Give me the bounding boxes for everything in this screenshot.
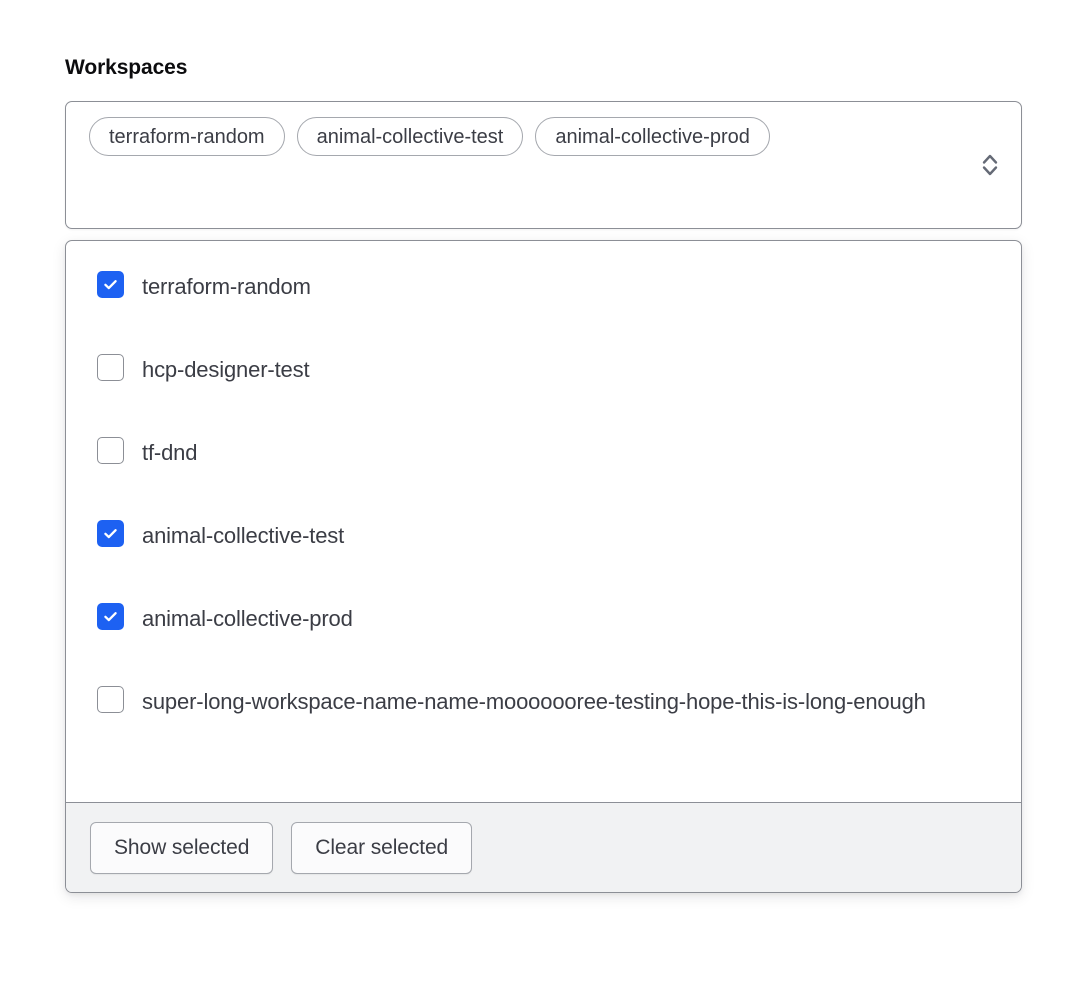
page-title: Workspaces: [65, 54, 187, 82]
list-item-label: hcp-designer-test: [142, 350, 309, 389]
selected-token[interactable]: animal-collective-test: [297, 117, 524, 156]
list-item[interactable]: animal-collective-prod: [66, 599, 1021, 638]
list-item-label: animal-collective-prod: [142, 599, 353, 638]
selected-tokens-area[interactable]: terraform-random animal-collective-test an…: [66, 102, 959, 198]
option-list: terraform-random hcp-designer-test tf-dnd a…: [66, 241, 1021, 802]
workspaces-listbox: terraform-random hcp-designer-test tf-dnd a…: [65, 240, 1022, 893]
show-selected-button[interactable]: Show selected: [90, 822, 273, 874]
listbox-footer: Show selected Clear selected: [66, 802, 1021, 892]
checkbox-unchecked[interactable]: [97, 686, 124, 713]
checkbox-checked[interactable]: [97, 271, 124, 298]
list-item[interactable]: super-long-workspace-name-name-moooooore…: [66, 682, 1021, 721]
chevron-up-down-icon[interactable]: [959, 102, 1021, 228]
workspaces-combobox[interactable]: terraform-random animal-collective-test an…: [65, 101, 1022, 229]
list-item[interactable]: terraform-random: [66, 267, 1021, 306]
checkbox-checked[interactable]: [97, 603, 124, 630]
list-item-label: tf-dnd: [142, 433, 197, 472]
selected-token[interactable]: animal-collective-prod: [535, 117, 770, 156]
list-item[interactable]: hcp-designer-test: [66, 350, 1021, 389]
checkbox-checked[interactable]: [97, 520, 124, 547]
workspaces-multiselect-page: Workspaces terraform-random animal-collec…: [0, 0, 1088, 984]
list-item[interactable]: tf-dnd: [66, 433, 1021, 472]
checkbox-unchecked[interactable]: [97, 437, 124, 464]
list-item-label: animal-collective-test: [142, 516, 344, 555]
clear-selected-button[interactable]: Clear selected: [291, 822, 472, 874]
list-item[interactable]: animal-collective-test: [66, 516, 1021, 555]
checkbox-unchecked[interactable]: [97, 354, 124, 381]
selected-token[interactable]: terraform-random: [89, 117, 285, 156]
list-item-label: super-long-workspace-name-name-moooooore…: [142, 682, 926, 721]
list-item-label: terraform-random: [142, 267, 311, 306]
